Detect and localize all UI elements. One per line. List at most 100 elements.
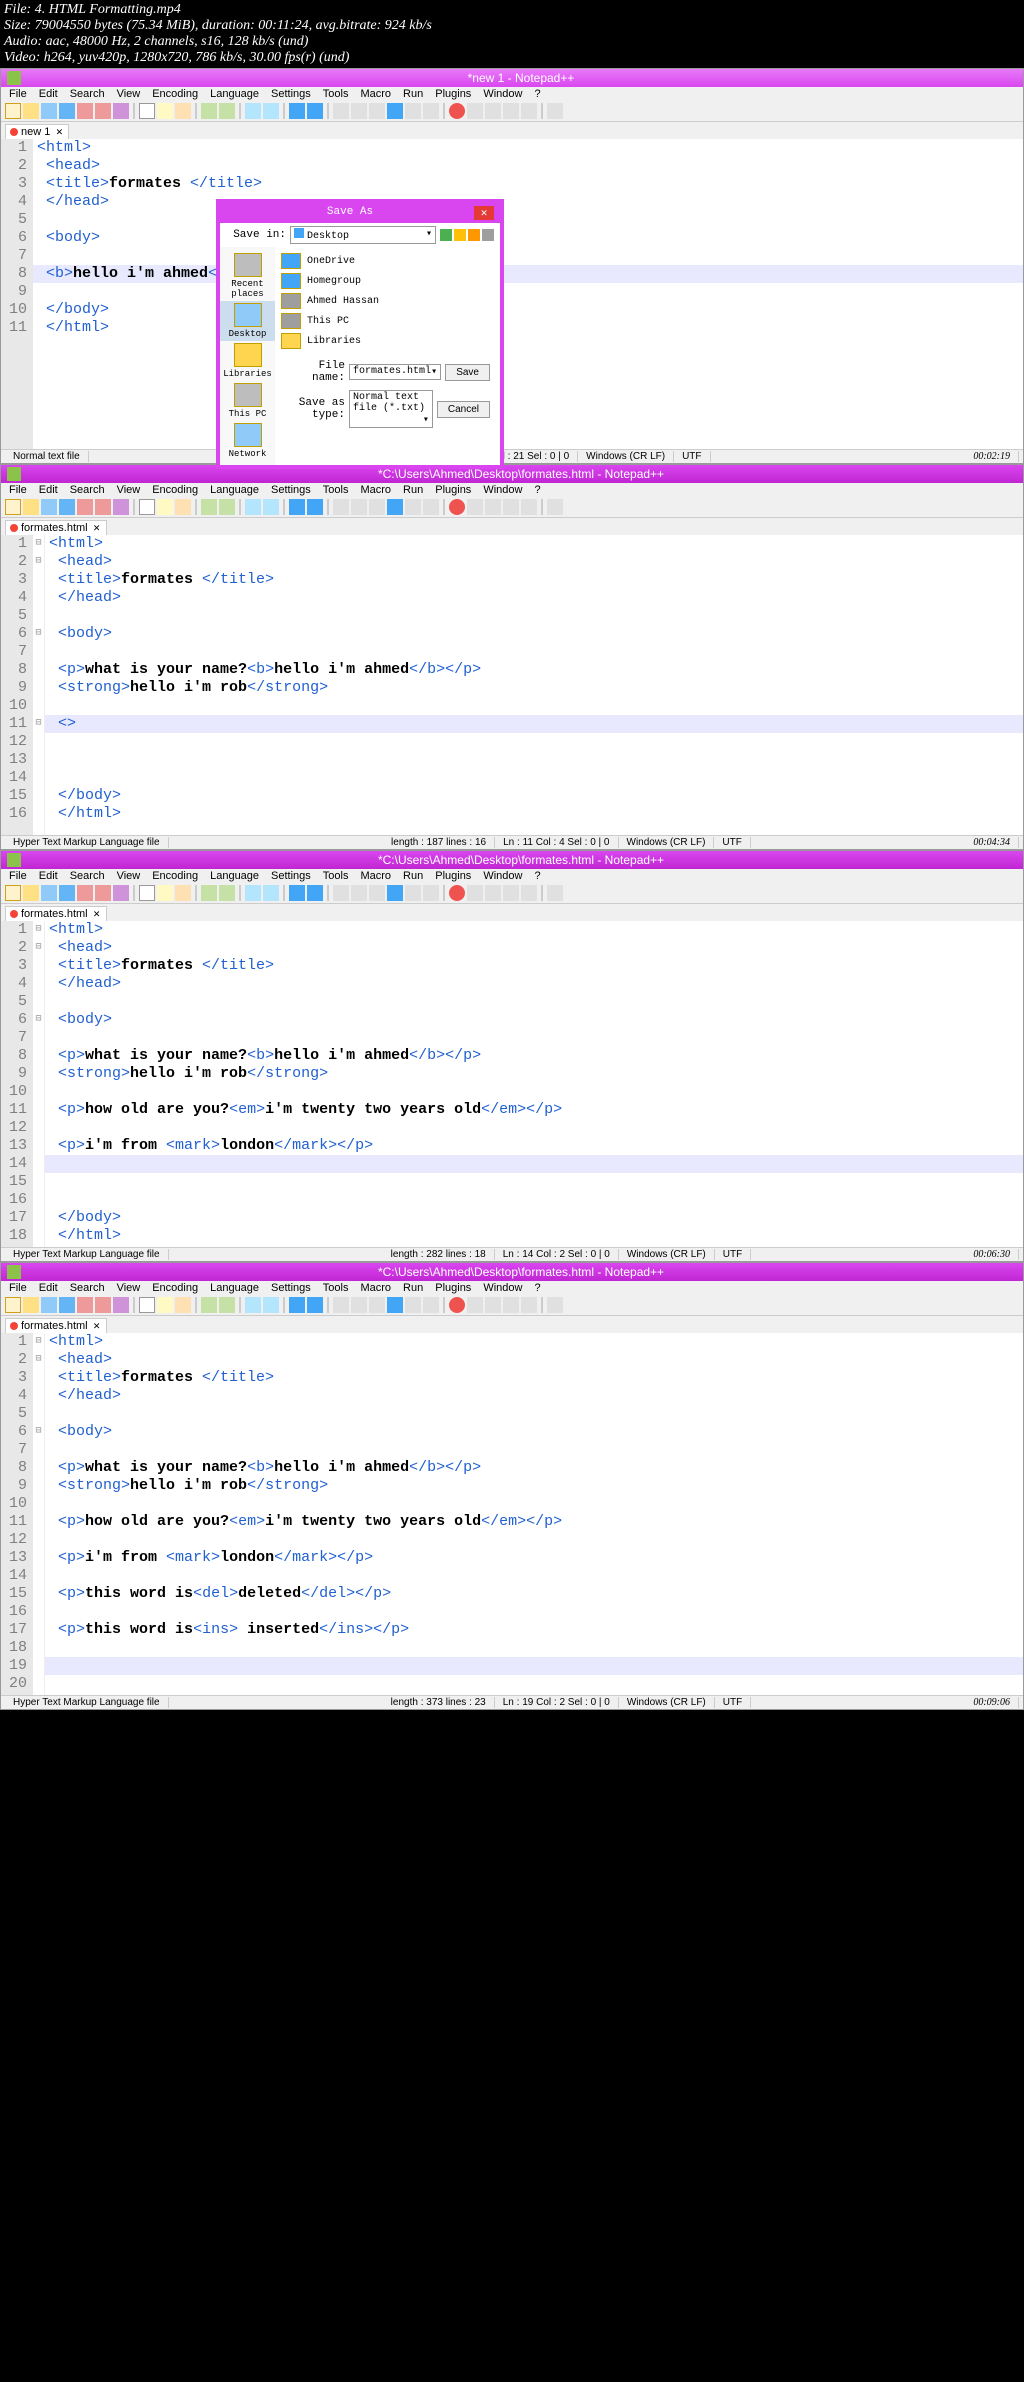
undo-icon[interactable] xyxy=(201,885,217,901)
save-all-icon[interactable] xyxy=(59,885,75,901)
wrap-icon[interactable] xyxy=(333,499,349,515)
list-item[interactable]: Libraries xyxy=(279,331,496,351)
record-icon[interactable] xyxy=(449,103,465,119)
play-icon[interactable] xyxy=(485,103,501,119)
cut-icon[interactable] xyxy=(139,499,155,515)
menu-search[interactable]: Search xyxy=(64,868,111,884)
replace-icon[interactable] xyxy=(263,1297,279,1313)
play-multi-icon[interactable] xyxy=(503,103,519,119)
title-bar[interactable]: *new 1 - Notepad++ xyxy=(1,69,1023,87)
map-icon[interactable] xyxy=(423,103,439,119)
menu-tools[interactable]: Tools xyxy=(317,482,355,498)
stop-icon[interactable] xyxy=(467,103,483,119)
play-icon[interactable] xyxy=(485,885,501,901)
place-recent[interactable]: Recent places xyxy=(220,251,275,301)
menu-macro[interactable]: Macro xyxy=(354,868,397,884)
menu-help[interactable]: ? xyxy=(528,482,546,498)
menu-window[interactable]: Window xyxy=(477,868,528,884)
menu-encoding[interactable]: Encoding xyxy=(146,1280,204,1296)
up-icon[interactable] xyxy=(454,229,466,241)
code-content[interactable]: <html> <head> <title>formates </title> <… xyxy=(45,921,1023,1247)
print-icon[interactable] xyxy=(113,499,129,515)
tab-close-icon[interactable]: ✕ xyxy=(54,127,64,137)
save-macro-icon[interactable] xyxy=(521,885,537,901)
cut-icon[interactable] xyxy=(139,1297,155,1313)
place-thispc[interactable]: This PC xyxy=(220,381,275,421)
fold-column[interactable]: ⊟⊟⊟ xyxy=(33,1333,45,1695)
list-item[interactable]: Homegroup xyxy=(279,271,496,291)
play-multi-icon[interactable] xyxy=(503,885,519,901)
find-icon[interactable] xyxy=(245,885,261,901)
menu-window[interactable]: Window xyxy=(477,86,528,102)
menu-plugins[interactable]: Plugins xyxy=(429,86,477,102)
save-macro-icon[interactable] xyxy=(521,103,537,119)
paste-icon[interactable] xyxy=(175,885,191,901)
place-desktop[interactable]: Desktop xyxy=(220,301,275,341)
find-icon[interactable] xyxy=(245,1297,261,1313)
save-icon[interactable] xyxy=(41,103,57,119)
zoom-in-icon[interactable] xyxy=(289,1297,305,1313)
menu-macro[interactable]: Macro xyxy=(354,86,397,102)
tab-new1[interactable]: new 1✕ xyxy=(5,124,69,139)
menu-edit[interactable]: Edit xyxy=(33,868,64,884)
wrap-icon[interactable] xyxy=(333,885,349,901)
folder-icon[interactable] xyxy=(387,103,403,119)
filename-input[interactable]: formates.html▾ xyxy=(349,364,441,380)
indent-icon[interactable] xyxy=(369,1297,385,1313)
menu-encoding[interactable]: Encoding xyxy=(146,86,204,102)
menu-help[interactable]: ? xyxy=(528,86,546,102)
save-all-icon[interactable] xyxy=(59,499,75,515)
menu-settings[interactable]: Settings xyxy=(265,1280,317,1296)
menu-tools[interactable]: Tools xyxy=(317,1280,355,1296)
new-icon[interactable] xyxy=(5,885,21,901)
menu-language[interactable]: Language xyxy=(204,1280,265,1296)
print-icon[interactable] xyxy=(113,885,129,901)
back-icon[interactable] xyxy=(440,229,452,241)
print-icon[interactable] xyxy=(113,1297,129,1313)
tab-close-icon[interactable]: ✕ xyxy=(92,909,102,919)
folder-icon[interactable] xyxy=(387,885,403,901)
copy-icon[interactable] xyxy=(157,499,173,515)
menu-help[interactable]: ? xyxy=(528,868,546,884)
menu-search[interactable]: Search xyxy=(64,1280,111,1296)
menu-edit[interactable]: Edit xyxy=(33,1280,64,1296)
code-content[interactable]: <html> <head> <title>formates </title> <… xyxy=(33,139,1023,449)
editor-area[interactable]: 1234567891011 <html> <head> <title>forma… xyxy=(1,139,1023,449)
menu-search[interactable]: Search xyxy=(64,482,111,498)
replace-icon[interactable] xyxy=(263,103,279,119)
menu-run[interactable]: Run xyxy=(397,86,429,102)
close-icon[interactable] xyxy=(77,885,93,901)
redo-icon[interactable] xyxy=(219,1297,235,1313)
menu-settings[interactable]: Settings xyxy=(265,482,317,498)
map-icon[interactable] xyxy=(423,499,439,515)
print-icon[interactable] xyxy=(113,103,129,119)
new-folder-icon[interactable] xyxy=(468,229,480,241)
place-network[interactable]: Network xyxy=(220,421,275,461)
wrap-icon[interactable] xyxy=(333,1297,349,1313)
compare-icon[interactable] xyxy=(547,885,563,901)
editor-area[interactable]: 1234567891011121314151617181920 ⊟⊟⊟ <htm… xyxy=(1,1333,1023,1695)
save-in-dropdown[interactable]: Desktop▾ xyxy=(290,226,436,244)
copy-icon[interactable] xyxy=(157,1297,173,1313)
code-content[interactable]: <html> <head> <title>formates </title> <… xyxy=(45,535,1023,835)
open-icon[interactable] xyxy=(23,1297,39,1313)
record-icon[interactable] xyxy=(449,885,465,901)
menu-window[interactable]: Window xyxy=(477,482,528,498)
menu-run[interactable]: Run xyxy=(397,482,429,498)
record-icon[interactable] xyxy=(449,1297,465,1313)
save-macro-icon[interactable] xyxy=(521,499,537,515)
stop-icon[interactable] xyxy=(467,1297,483,1313)
menu-file[interactable]: File xyxy=(3,1280,33,1296)
save-icon[interactable] xyxy=(41,499,57,515)
copy-icon[interactable] xyxy=(157,103,173,119)
tab-close-icon[interactable]: ✕ xyxy=(92,1321,102,1331)
save-all-icon[interactable] xyxy=(59,103,75,119)
tab-formates[interactable]: formates.html✕ xyxy=(5,906,107,921)
code-content[interactable]: <html> <head> <title>formates </title> <… xyxy=(45,1333,1023,1695)
menu-view[interactable]: View xyxy=(111,1280,147,1296)
zoom-out-icon[interactable] xyxy=(307,885,323,901)
list-item[interactable]: This PC xyxy=(279,311,496,331)
title-bar[interactable]: *C:\Users\Ahmed\Desktop\formates.html - … xyxy=(1,465,1023,483)
stop-icon[interactable] xyxy=(467,885,483,901)
zoom-in-icon[interactable] xyxy=(289,885,305,901)
